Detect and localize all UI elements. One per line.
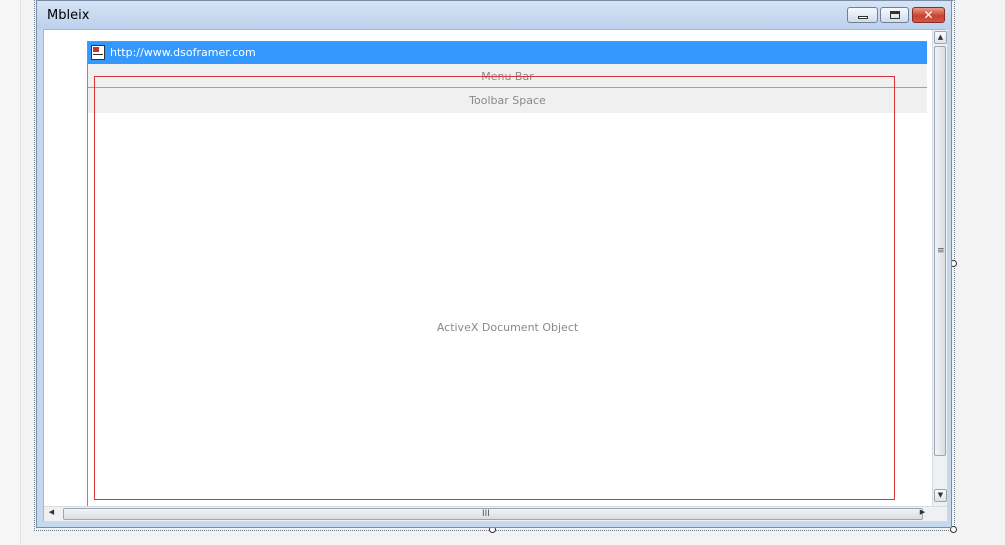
vertical-grip-icon: ≡ [937, 246, 945, 256]
scroll-up-arrow[interactable]: ▲ [934, 31, 947, 44]
document-label: ActiveX Document Object [436, 321, 579, 334]
scroll-down-arrow[interactable]: ▼ [934, 489, 947, 502]
url-text: http://www.dsoframer.com [110, 46, 256, 59]
client-area: http://www.dsoframer.com Menu Bar Toolba… [43, 29, 947, 521]
horizontal-grip-icon: III [482, 509, 490, 519]
minimize-icon [848, 8, 877, 22]
maximize-icon [881, 8, 908, 22]
close-button[interactable]: ✕ [912, 7, 945, 23]
left-panel-edge [0, 0, 21, 545]
window-title: Mbleix [47, 8, 90, 23]
minimize-button[interactable] [847, 7, 878, 23]
toolbar-label: Toolbar Space [469, 94, 546, 107]
url-bar: http://www.dsoframer.com [88, 42, 927, 64]
scroll-left-arrow[interactable]: ◀ [45, 507, 58, 520]
title-bar[interactable]: Mbleix ✕ [37, 1, 951, 29]
vertical-scroll-thumb[interactable]: ≡ [934, 46, 946, 456]
horizontal-scrollbar[interactable]: ◀ III ▶ [44, 506, 947, 521]
menu-bar-label: Menu Bar [481, 70, 534, 83]
document-icon [91, 45, 105, 60]
toolbar-placeholder: Toolbar Space [88, 88, 927, 113]
horizontal-scroll-thumb[interactable]: III [63, 508, 923, 520]
menu-bar-placeholder: Menu Bar [88, 64, 927, 88]
document-area[interactable]: ActiveX Document Object [88, 113, 927, 507]
maximize-button[interactable] [880, 7, 909, 23]
form-window: Mbleix ✕ http://www.dsoframer.com Menu B… [36, 0, 952, 528]
vertical-scrollbar[interactable]: ▲ ≡ ▼ [932, 30, 947, 506]
dsoframer-control[interactable]: http://www.dsoframer.com Menu Bar Toolba… [87, 41, 927, 507]
scroll-right-arrow[interactable]: ▶ [916, 507, 929, 520]
close-icon: ✕ [923, 8, 934, 22]
